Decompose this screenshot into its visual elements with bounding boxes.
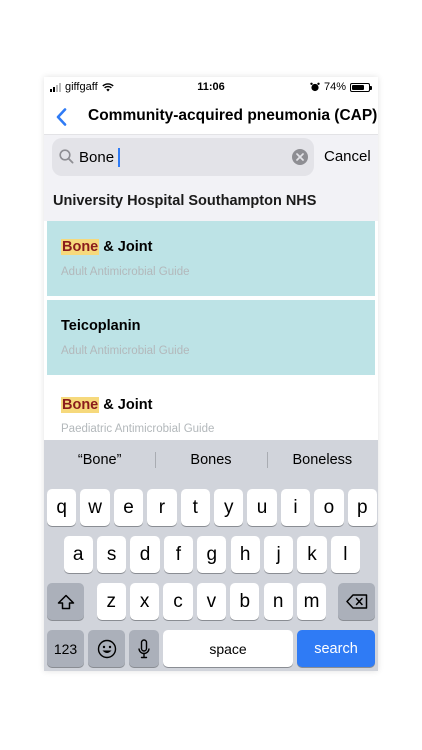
section-header: University Hospital Southampton NHS bbox=[44, 181, 378, 221]
search-field[interactable] bbox=[52, 138, 314, 176]
suggestion-item[interactable]: “Bone” bbox=[44, 440, 155, 480]
key-k[interactable]: k bbox=[297, 536, 327, 573]
key-z[interactable]: z bbox=[96, 583, 126, 620]
keyboard: “Bone” Bones Boneless qwertyuiop asdfghj… bbox=[44, 440, 378, 671]
backspace-icon bbox=[345, 594, 367, 609]
search-icon bbox=[59, 149, 74, 164]
result-item-teicoplanin[interactable]: Teicoplanin Adult Antimicrobial Guide bbox=[47, 300, 375, 375]
chevron-left-icon bbox=[56, 108, 66, 126]
clear-icon[interactable] bbox=[292, 149, 308, 165]
key-d[interactable]: d bbox=[130, 536, 160, 573]
key-g[interactable]: g bbox=[197, 536, 227, 573]
search-input[interactable] bbox=[79, 147, 279, 167]
result-subtitle: Adult Antimicrobial Guide bbox=[61, 266, 190, 278]
search-match-highlight: Bone bbox=[61, 397, 100, 413]
battery-icon bbox=[350, 82, 372, 92]
key-c[interactable]: c bbox=[163, 583, 193, 620]
predictive-suggestions: “Bone” Bones Boneless bbox=[44, 440, 378, 480]
result-subtitle: Paediatric Antimicrobial Guide bbox=[61, 423, 215, 435]
key-a[interactable]: a bbox=[63, 536, 93, 573]
battery-percent: 74% bbox=[323, 81, 346, 93]
key-h[interactable]: h bbox=[230, 536, 260, 573]
result-item-bone-joint-adult[interactable]: Bone & Joint Adult Antimicrobial Guide bbox=[47, 221, 375, 296]
alarm-icon bbox=[310, 82, 320, 92]
key-r[interactable]: r bbox=[147, 489, 177, 526]
key-x[interactable]: x bbox=[129, 583, 160, 620]
key-s[interactable]: s bbox=[96, 536, 127, 573]
key-b[interactable]: b bbox=[230, 583, 260, 620]
key-m[interactable]: m bbox=[296, 583, 327, 620]
key-n[interactable]: n bbox=[263, 583, 293, 620]
microphone-icon bbox=[138, 638, 150, 658]
key-v[interactable]: v bbox=[196, 583, 227, 620]
key-e[interactable]: e bbox=[113, 489, 144, 526]
page-title: Community-acquired pneumonia (CAP) bbox=[88, 107, 378, 124]
key-p[interactable]: p bbox=[347, 489, 377, 526]
suggestion-item[interactable]: Boneless bbox=[266, 440, 378, 480]
key-o[interactable]: o bbox=[314, 489, 344, 526]
navigation-bar: Community-acquired pneumonia (CAP) bbox=[44, 97, 378, 135]
key-u[interactable]: u bbox=[247, 489, 277, 526]
numbers-key[interactable]: 123 bbox=[47, 630, 84, 667]
shift-key[interactable] bbox=[47, 583, 84, 620]
space-key[interactable]: space bbox=[163, 630, 293, 667]
delete-key[interactable] bbox=[338, 583, 375, 620]
status-bar: giffgaff 11:06 74% bbox=[44, 77, 378, 97]
search-match-highlight: Bone bbox=[61, 239, 100, 255]
key-q[interactable]: q bbox=[47, 489, 77, 526]
cancel-button[interactable]: Cancel bbox=[324, 148, 371, 165]
emoji-icon bbox=[97, 639, 116, 658]
result-title: Teicoplanin bbox=[61, 318, 141, 334]
key-j[interactable]: j bbox=[263, 536, 294, 573]
key-y[interactable]: y bbox=[214, 489, 244, 526]
section-title: University Hospital Southampton NHS bbox=[53, 193, 317, 209]
dictation-key[interactable] bbox=[129, 630, 159, 667]
search-key[interactable]: search bbox=[297, 630, 375, 667]
result-subtitle: Adult Antimicrobial Guide bbox=[61, 345, 190, 357]
battery-fill bbox=[352, 84, 364, 90]
back-button[interactable] bbox=[50, 106, 72, 128]
key-f[interactable]: f bbox=[163, 536, 194, 573]
key-t[interactable]: t bbox=[180, 489, 210, 526]
shift-icon bbox=[57, 594, 74, 609]
text-caret bbox=[118, 148, 120, 167]
search-bar: Cancel bbox=[44, 135, 378, 181]
key-i[interactable]: i bbox=[280, 489, 311, 526]
result-title: Bone & Joint bbox=[61, 397, 153, 413]
phone-screen: giffgaff 11:06 74% Community-acquired pn… bbox=[44, 77, 378, 671]
result-title: Bone & Joint bbox=[61, 239, 153, 255]
key-l[interactable]: l bbox=[330, 536, 361, 573]
suggestion-item[interactable]: Bones bbox=[155, 440, 266, 480]
key-w[interactable]: w bbox=[80, 489, 110, 526]
emoji-key[interactable] bbox=[88, 630, 125, 667]
